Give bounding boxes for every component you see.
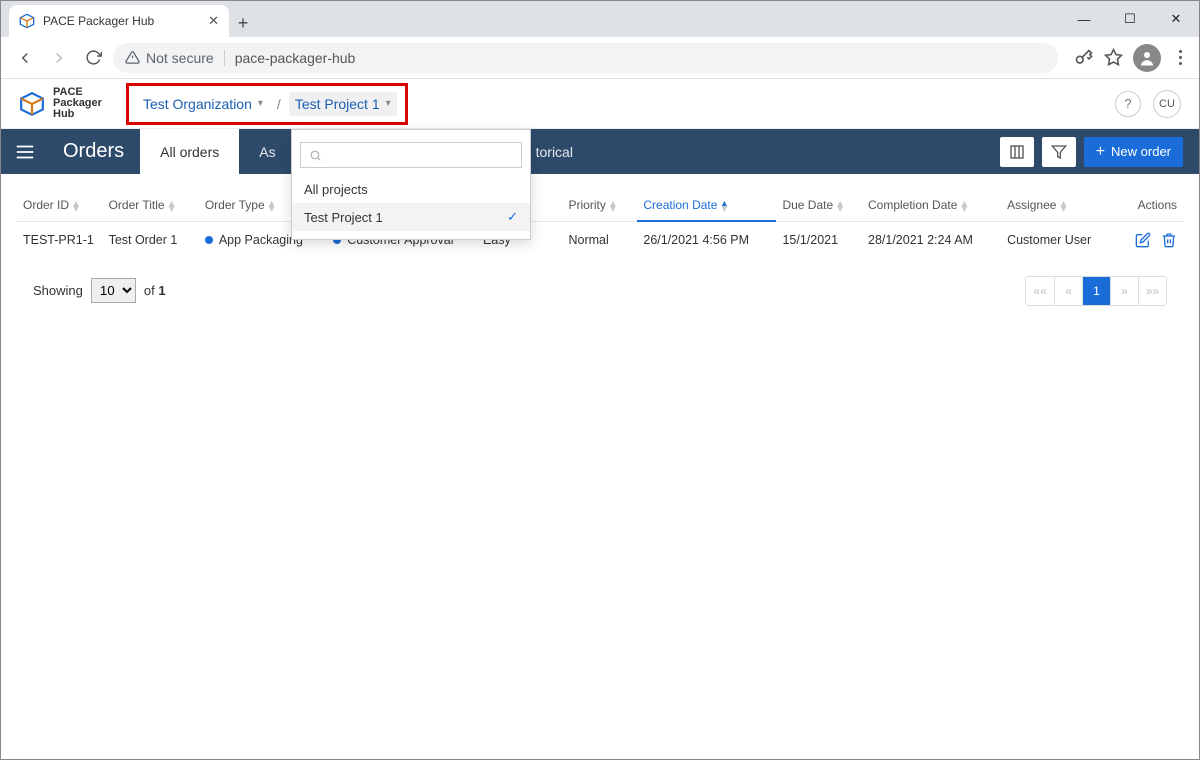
cell-order-id: TEST-PR1-1 xyxy=(17,221,103,258)
key-icon[interactable] xyxy=(1074,48,1094,68)
orders-table: Order ID▴▾ Order Title▴▾ Order Type▴▾ ty… xyxy=(17,190,1183,258)
logo-cube-icon xyxy=(19,91,45,117)
window-minimize-button[interactable]: — xyxy=(1061,1,1107,37)
not-secure-label: Not secure xyxy=(146,50,214,66)
cell-assignee: Customer User xyxy=(1001,221,1119,258)
tab-assigned-to-me[interactable]: As xyxy=(239,129,295,174)
showing-label: Showing xyxy=(33,283,83,298)
row-actions xyxy=(1125,232,1177,248)
window-maximize-button[interactable]: ☐ xyxy=(1107,1,1153,37)
th-order-title[interactable]: Order Title▴▾ xyxy=(103,190,199,221)
project-dropdown: All projects Test Project 1 ✓ xyxy=(291,129,531,240)
th-order-id[interactable]: Order ID▴▾ xyxy=(17,190,103,221)
profile-avatar[interactable] xyxy=(1133,44,1161,72)
nav-bar: Orders All orders As torical + New order xyxy=(1,129,1199,174)
table-footer: Showing 10 of 1 «« « 1 » »» xyxy=(17,258,1183,324)
tab-all-orders[interactable]: All orders xyxy=(140,129,239,174)
browser-tab[interactable]: PACE Packager Hub ✕ xyxy=(9,5,229,37)
columns-button[interactable] xyxy=(1000,137,1034,167)
total-count: 1 xyxy=(158,283,165,298)
new-order-label: New order xyxy=(1111,144,1171,159)
plus-icon: + xyxy=(1096,144,1105,160)
page-1[interactable]: 1 xyxy=(1082,277,1110,305)
columns-icon xyxy=(1009,144,1025,160)
page-next[interactable]: » xyxy=(1110,277,1138,305)
cell-creation-date: 26/1/2021 4:56 PM xyxy=(637,221,776,258)
breadcrumb-organization[interactable]: Test Organization ▾ xyxy=(137,92,269,116)
star-icon[interactable] xyxy=(1104,48,1123,67)
chevron-down-icon: ▾ xyxy=(258,98,263,109)
logo-text-line3: Hub xyxy=(53,109,102,120)
edit-icon[interactable] xyxy=(1135,232,1151,248)
of-label: of xyxy=(144,283,155,298)
filter-icon xyxy=(1051,144,1067,160)
th-priority[interactable]: Priority▴▾ xyxy=(563,190,638,221)
check-icon: ✓ xyxy=(507,209,518,225)
hamburger-menu[interactable] xyxy=(1,129,49,174)
address-separator xyxy=(224,50,225,66)
not-secure-indicator: Not secure xyxy=(125,50,214,66)
dropdown-item-all-projects[interactable]: All projects xyxy=(292,176,530,203)
toolbar-right-icons xyxy=(1074,44,1189,72)
th-assignee[interactable]: Assignee▴▾ xyxy=(1001,190,1119,221)
forward-button xyxy=(45,44,73,72)
th-due-date[interactable]: Due Date▴▾ xyxy=(776,190,862,221)
help-button[interactable]: ? xyxy=(1115,91,1141,117)
tab-title: PACE Packager Hub xyxy=(43,14,200,28)
breadcrumb-project[interactable]: Test Project 1 ▾ xyxy=(289,92,397,116)
page-prev[interactable]: « xyxy=(1054,277,1082,305)
status-dot-icon xyxy=(205,236,213,244)
warning-icon xyxy=(125,50,140,65)
app-header: PACE Packager Hub Test Organization ▾ / … xyxy=(1,79,1199,129)
breadcrumb-highlighted: Test Organization ▾ / Test Project 1 ▾ xyxy=(126,83,408,125)
app-logo[interactable]: PACE Packager Hub xyxy=(19,87,102,120)
browser-titlebar: PACE Packager Hub ✕ + — ☐ ✕ xyxy=(1,1,1199,37)
page-first[interactable]: «« xyxy=(1026,277,1054,305)
nav-title: Orders xyxy=(49,129,138,174)
new-tab-button[interactable]: + xyxy=(229,9,257,37)
search-icon xyxy=(309,149,322,162)
breadcrumb-org-label: Test Organization xyxy=(143,96,252,112)
window-controls: — ☐ ✕ xyxy=(1061,1,1199,37)
cell-due-date: 15/1/2021 xyxy=(776,221,862,258)
page-size-select[interactable]: 10 xyxy=(91,278,136,303)
breadcrumb-separator: / xyxy=(277,96,281,112)
cell-order-title: Test Order 1 xyxy=(103,221,199,258)
browser-toolbar: Not secure pace-packager-hub xyxy=(1,37,1199,79)
new-order-button[interactable]: + New order xyxy=(1084,137,1183,167)
project-search-input[interactable] xyxy=(328,148,513,162)
content-area: Order ID▴▾ Order Title▴▾ Order Type▴▾ ty… xyxy=(1,174,1199,340)
kebab-menu-icon[interactable] xyxy=(1171,50,1189,65)
th-creation-date[interactable]: Creation Date▴▾ xyxy=(637,190,776,221)
url-text: pace-packager-hub xyxy=(235,50,356,66)
window-close-button[interactable]: ✕ xyxy=(1153,1,1199,37)
chevron-down-icon: ▾ xyxy=(386,98,391,109)
favicon-cube-icon xyxy=(19,13,35,29)
breadcrumb-project-label: Test Project 1 xyxy=(295,96,380,112)
th-actions: Actions xyxy=(1119,190,1183,221)
project-search[interactable] xyxy=(300,142,522,168)
pagination: «« « 1 » »» xyxy=(1025,276,1167,306)
page-last[interactable]: »» xyxy=(1138,277,1166,305)
cell-completion-date: 28/1/2021 2:24 AM xyxy=(862,221,1001,258)
reload-button[interactable] xyxy=(79,44,107,72)
filter-button[interactable] xyxy=(1042,137,1076,167)
tab-close-icon[interactable]: ✕ xyxy=(208,13,219,29)
address-bar[interactable]: Not secure pace-packager-hub xyxy=(113,43,1058,73)
th-completion-date[interactable]: Completion Date▴▾ xyxy=(862,190,1001,221)
back-button[interactable] xyxy=(11,44,39,72)
cell-priority: Normal xyxy=(563,221,638,258)
dropdown-item-test-project-1[interactable]: Test Project 1 ✓ xyxy=(292,203,530,231)
delete-icon[interactable] xyxy=(1161,232,1177,248)
user-badge[interactable]: CU xyxy=(1153,90,1181,118)
table-row[interactable]: TEST-PR1-1 Test Order 1 App Packaging Cu… xyxy=(17,221,1183,258)
